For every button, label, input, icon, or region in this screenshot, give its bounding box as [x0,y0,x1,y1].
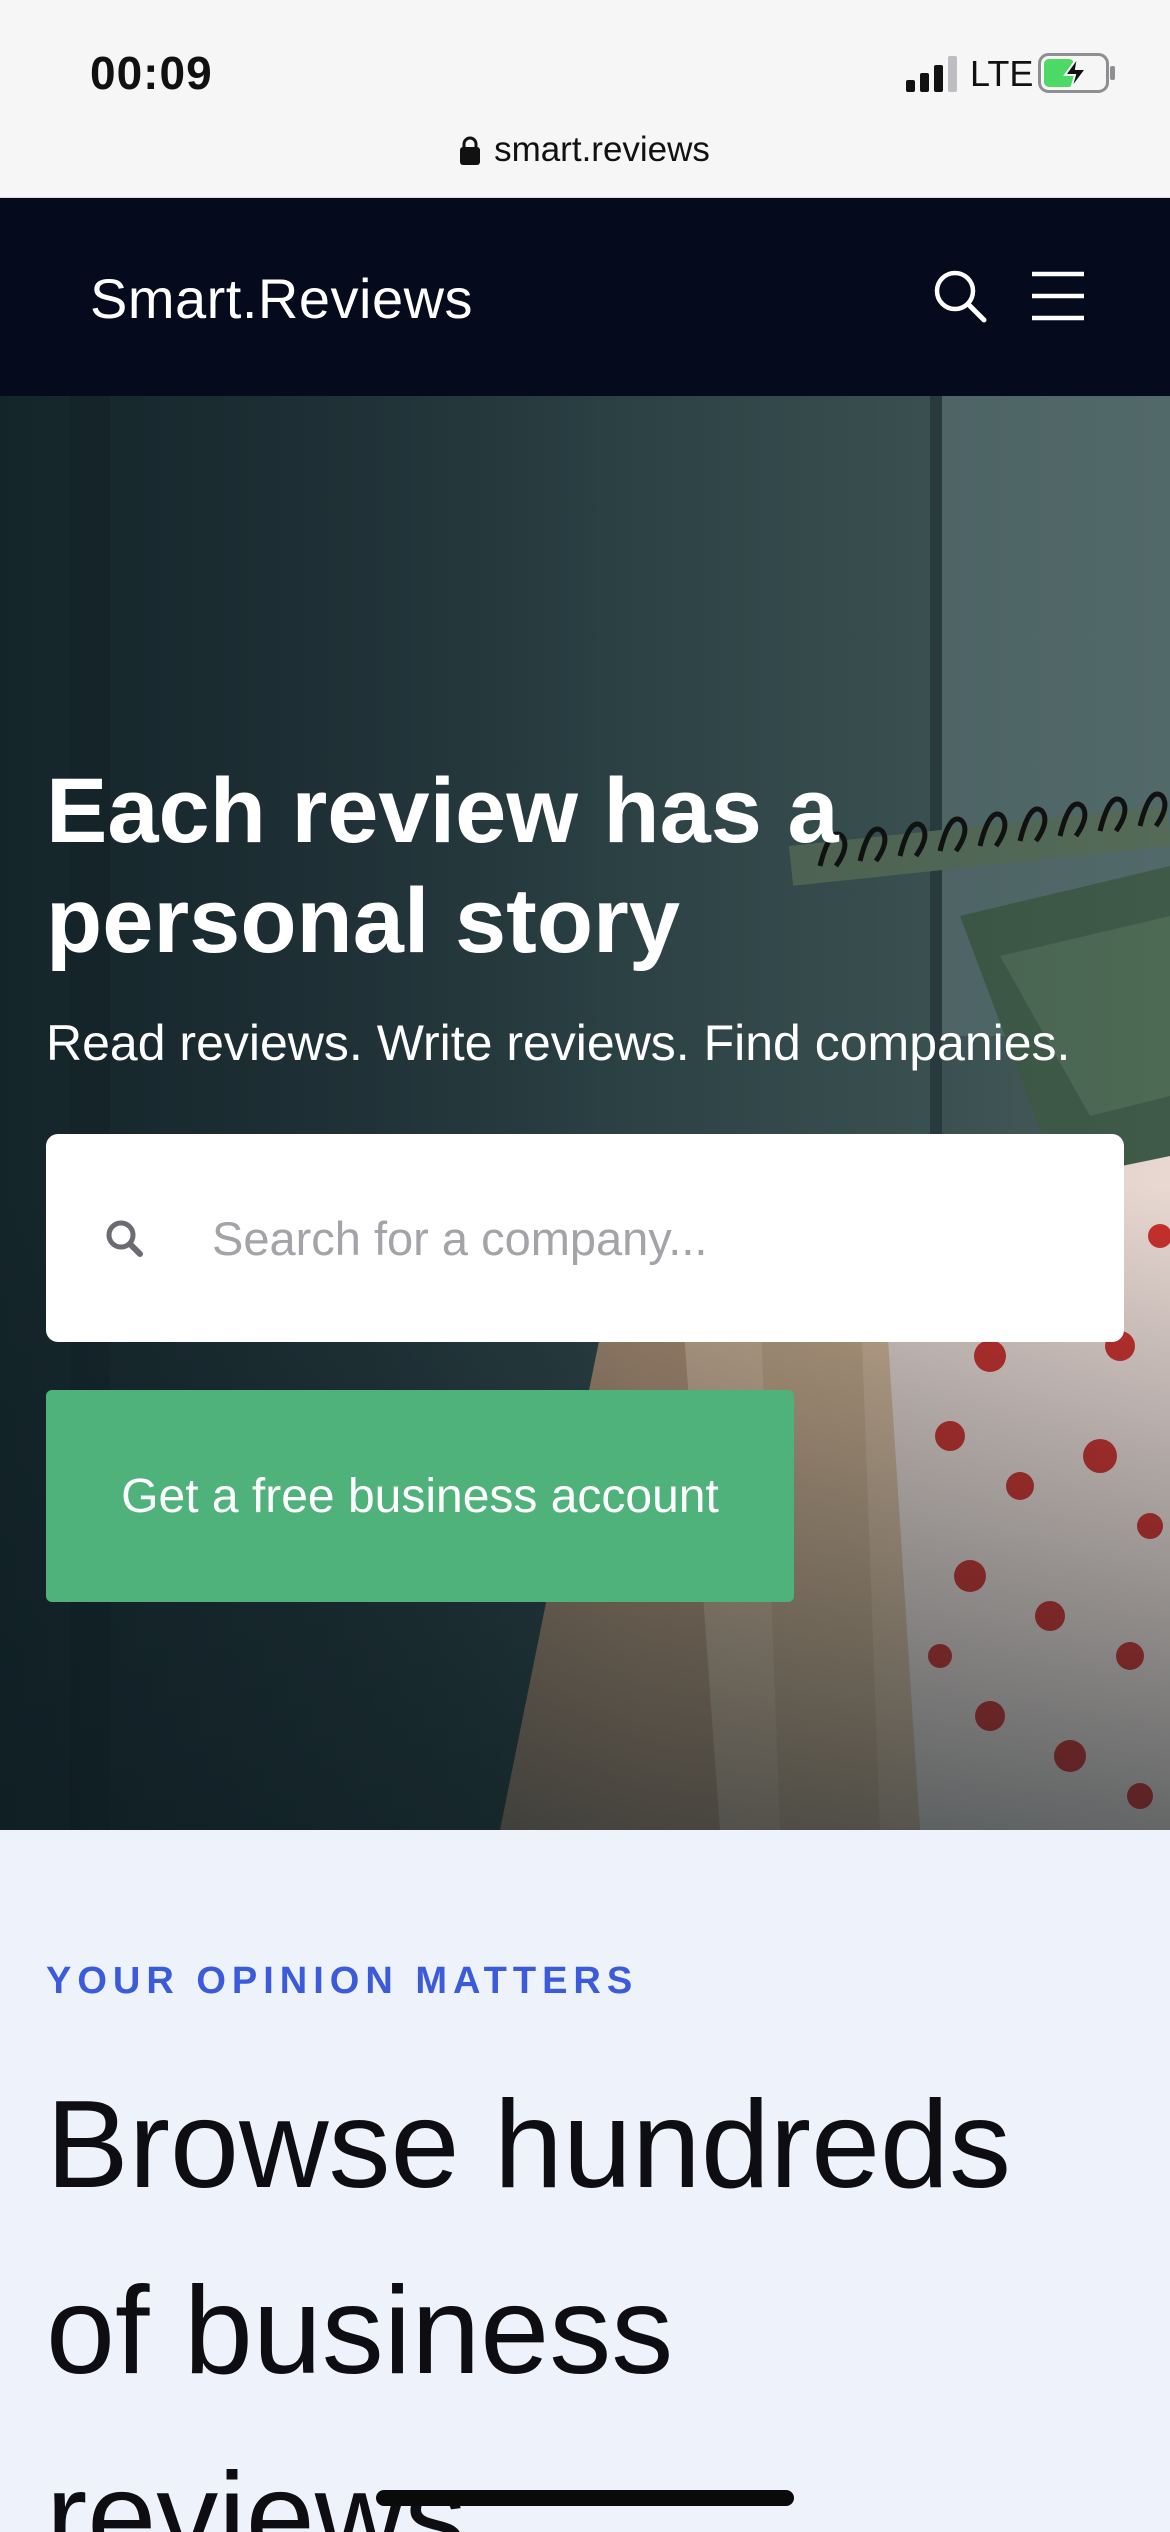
section-title: Browse hundreds of business reviews [46,2076,1011,2532]
home-indicator[interactable] [376,2490,794,2506]
site-navbar: Smart.Reviews [0,198,1170,396]
status-bar: 00:09 LTE smart.reviews [0,0,1170,198]
battery-charging-icon [1038,53,1115,93]
company-search-input[interactable] [212,1186,1092,1290]
lock-icon [460,136,481,165]
hero-title: Each review has a personal story [46,760,839,972]
hero-subtitle: Read reviews. Write reviews. Find compan… [46,1015,1071,1071]
status-time: 00:09 [90,47,213,99]
company-search-box[interactable] [46,1134,1124,1342]
search-icon [106,1220,143,1257]
address-bar[interactable]: smart.reviews [0,126,1170,174]
signal-icon [906,56,957,92]
site-logo[interactable]: Smart.Reviews [90,266,473,331]
business-account-button[interactable]: Get a free business account [46,1390,794,1602]
url-text: smart.reviews [494,130,710,169]
network-type: LTE [970,53,1034,94]
hero-background-image [0,396,1170,1830]
search-icon[interactable] [930,266,990,326]
reviews-intro-section: YOUR OPINION MATTERS Browse hundreds of … [0,1830,1170,2532]
section-eyebrow: YOUR OPINION MATTERS [46,1960,639,2002]
page: 00:09 LTE smart.reviews Smart.Reviews Ea… [0,0,1170,2532]
hero-section: Each review has a personal story Read re… [0,396,1170,1830]
menu-icon[interactable] [1028,268,1088,324]
